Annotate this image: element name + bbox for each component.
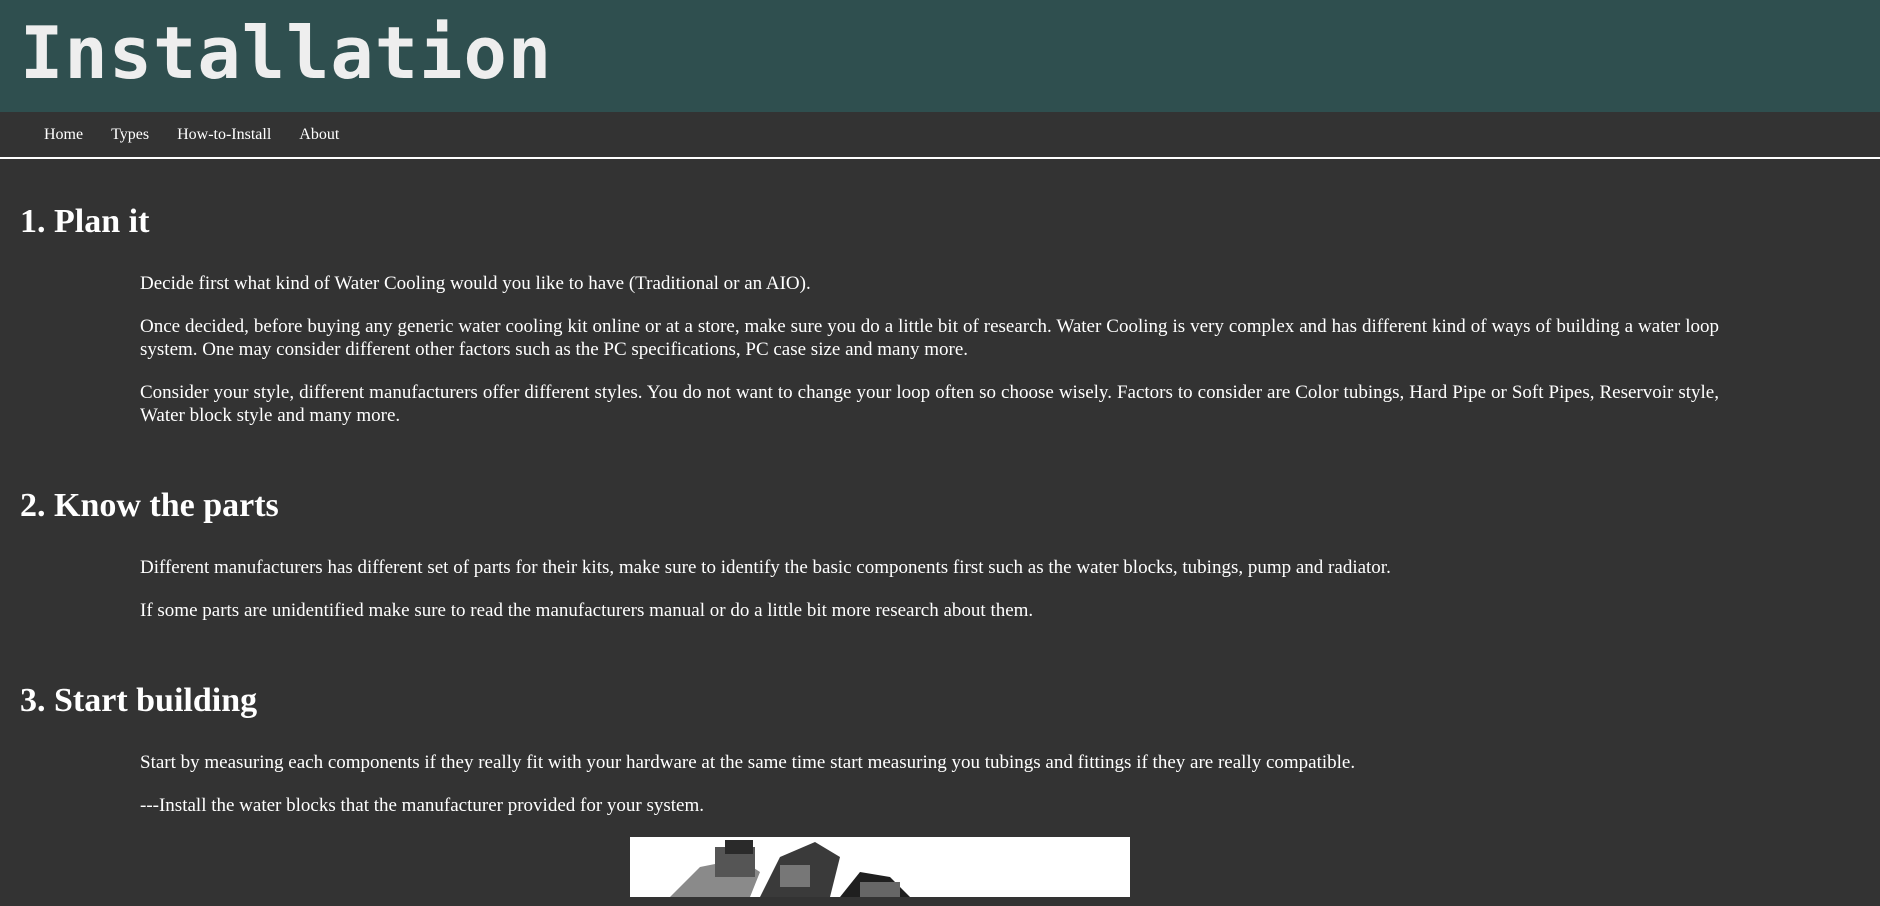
nav-how-to-install-link[interactable]: How-to-Install [177, 126, 271, 144]
section-start-building: 3. Start building Start by measuring eac… [20, 622, 1860, 897]
paragraph: Decide first what kind of Water Cooling … [140, 273, 811, 294]
paragraph: Once decided, before buying any generic … [140, 316, 1719, 360]
section-heading: 3. Start building [20, 682, 258, 719]
section-heading: 2. Know the parts [20, 487, 279, 524]
nav-types-link[interactable]: Types [111, 126, 149, 144]
section-heading: 1. Plan it [20, 203, 150, 240]
paragraph: ---Install the water blocks that the man… [140, 795, 705, 816]
section-plan-it: 1. Plan it Decide first what kind of Wat… [20, 159, 1860, 427]
site-header: Installation [0, 0, 1880, 112]
water-block-image [630, 837, 1130, 897]
nav-about-link[interactable]: About [299, 126, 339, 144]
paragraph: Consider your style, different manufactu… [140, 382, 1719, 426]
main-nav: Home Types How-to-Install About [0, 112, 1880, 159]
section-know-the-parts: 2. Know the parts Different manufacturer… [20, 427, 1860, 622]
paragraph: Different manufacturers has different se… [140, 557, 1391, 578]
page-title: Installation [20, 11, 553, 95]
paragraph: Start by measuring each components if th… [140, 752, 1356, 773]
paragraph: If some parts are unidentified make sure… [140, 600, 1034, 621]
nav-home-link[interactable]: Home [44, 126, 83, 144]
main-content: 1. Plan it Decide first what kind of Wat… [0, 159, 1880, 897]
